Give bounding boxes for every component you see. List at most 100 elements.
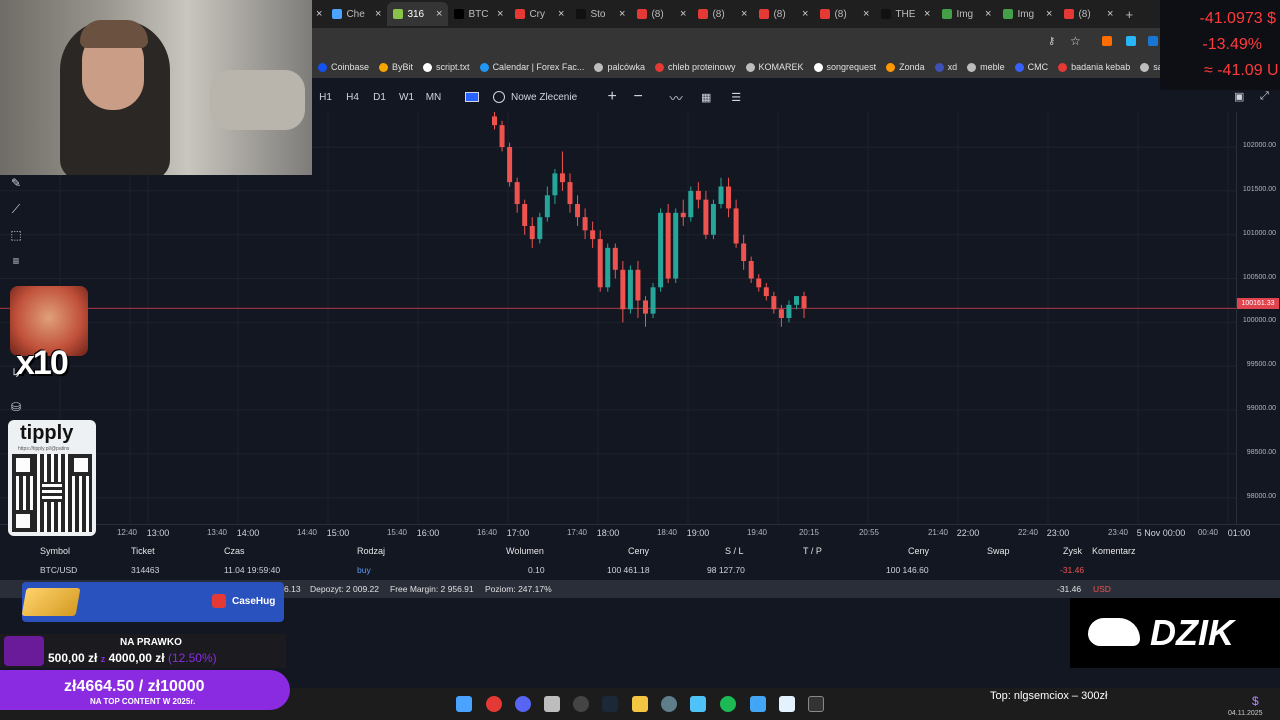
candle[interactable] — [552, 168, 558, 205]
col-type[interactable]: Rodzaj — [357, 546, 385, 556]
candle[interactable] — [703, 190, 709, 240]
close-icon[interactable]: × — [1046, 8, 1052, 20]
close-icon[interactable]: × — [375, 8, 381, 20]
folder-icon[interactable] — [632, 696, 648, 712]
fib-icon[interactable]: ≡ — [9, 254, 23, 268]
candle[interactable] — [544, 186, 550, 222]
zoom-in-button[interactable]: + — [599, 88, 625, 106]
close-icon[interactable]: × — [863, 8, 869, 20]
extension-icon[interactable] — [1102, 36, 1112, 46]
obs-icon[interactable] — [573, 696, 589, 712]
terminal-icon[interactable] — [808, 696, 824, 712]
candle[interactable] — [741, 234, 747, 270]
rectangle-icon[interactable]: ⬚ — [9, 228, 23, 242]
spotify-icon[interactable] — [720, 696, 736, 712]
candle[interactable] — [499, 120, 505, 152]
chart-type-icon[interactable] — [465, 92, 479, 102]
candle[interactable] — [726, 177, 732, 218]
bookmark-item[interactable]: xd — [934, 62, 957, 72]
indicators-icon[interactable]: 〰 — [661, 88, 691, 107]
candle[interactable] — [627, 265, 633, 314]
calendar-icon[interactable]: ▦ — [691, 91, 721, 104]
close-icon[interactable]: × — [680, 8, 686, 20]
browser-tab[interactable]: (8) × — [1058, 2, 1119, 26]
bookmark-item[interactable]: badania kebab — [1058, 62, 1130, 72]
col-open-price[interactable]: Ceny — [628, 546, 649, 556]
close-icon[interactable]: × — [436, 8, 442, 20]
candle[interactable] — [786, 300, 792, 323]
candle[interactable] — [710, 199, 716, 240]
ccleaner-icon[interactable] — [661, 696, 677, 712]
bookmark-item[interactable]: palcówka — [594, 62, 645, 72]
candle[interactable] — [537, 212, 543, 244]
col-profit[interactable]: Zysk — [1063, 546, 1082, 556]
pencil-icon[interactable]: ✎ — [9, 176, 23, 190]
tf-w1[interactable]: W1 — [393, 92, 420, 103]
candle[interactable] — [567, 173, 573, 213]
close-icon[interactable]: × — [802, 8, 808, 20]
chrome-icon[interactable] — [486, 696, 502, 712]
close-icon[interactable]: × — [619, 8, 625, 20]
candle[interactable] — [658, 208, 664, 292]
bookmark-item[interactable]: Calendar | Forex Fac... — [479, 62, 584, 72]
extension-icon-3[interactable] — [1148, 36, 1158, 46]
tf-h4[interactable]: H4 — [339, 92, 366, 103]
app-icon[interactable] — [544, 696, 560, 712]
candle[interactable] — [680, 199, 686, 226]
notes-icon[interactable] — [750, 696, 766, 712]
candle[interactable] — [665, 204, 671, 283]
close-icon[interactable]: × — [316, 8, 322, 20]
tf-d1[interactable]: D1 — [366, 92, 393, 103]
candle[interactable] — [590, 221, 596, 248]
close-icon[interactable]: × — [985, 8, 991, 20]
new-order-button[interactable]: Nowe Zlecenie — [493, 91, 577, 103]
candle[interactable] — [620, 261, 626, 323]
browser-tab[interactable]: Sto × — [570, 2, 631, 26]
new-tab-button[interactable]: + — [1119, 2, 1139, 26]
browser-tab[interactable]: (8) × — [753, 2, 814, 26]
col-sl[interactable]: S / L — [725, 546, 744, 556]
browser-tab[interactable]: (8) × — [692, 2, 753, 26]
candle[interactable] — [718, 177, 724, 209]
bookmark-item[interactable]: KOMAREK — [745, 62, 804, 72]
candle[interactable] — [605, 243, 611, 292]
star-icon[interactable]: ☆ — [1070, 34, 1081, 48]
col-swap[interactable]: Swap — [987, 546, 1010, 556]
price-axis[interactable]: 102000.00 101500.00 101000.00 100500.00 1000… — [1236, 112, 1280, 524]
candle[interactable] — [756, 274, 762, 292]
network-icon[interactable] — [690, 696, 706, 712]
bookmark-item[interactable]: Zonda — [886, 62, 925, 72]
tf-mn[interactable]: MN — [420, 92, 447, 103]
bookmark-item[interactable]: songrequest — [813, 62, 876, 72]
close-icon[interactable]: × — [1107, 8, 1113, 20]
close-icon[interactable]: × — [741, 8, 747, 20]
trendline-icon[interactable]: ⟋ — [9, 202, 23, 216]
address-bar[interactable]: ⚷ ☆ — [312, 28, 1160, 56]
candle[interactable] — [514, 177, 520, 213]
bookmark-item[interactable]: meble — [967, 62, 1005, 72]
col-price[interactable]: Ceny — [908, 546, 929, 556]
candle[interactable] — [529, 217, 535, 248]
browser-tab[interactable]: Cry × — [509, 2, 570, 26]
browser-tab[interactable]: Che × — [326, 2, 387, 26]
candle[interactable] — [635, 261, 641, 318]
list-icon[interactable]: ☰ — [721, 91, 751, 104]
browser-tab[interactable]: 316 × — [387, 2, 449, 26]
candle[interactable] — [597, 230, 603, 292]
candle[interactable] — [673, 208, 679, 283]
layers-icon[interactable]: ⛁ — [9, 400, 23, 414]
col-tp[interactable]: T / P — [803, 546, 822, 556]
candle[interactable] — [575, 195, 581, 226]
candle[interactable] — [763, 282, 769, 301]
windows-start-icon[interactable] — [456, 696, 472, 712]
bookmark-item[interactable]: script.txt — [423, 62, 470, 72]
camera-icon[interactable]: ▣ — [1234, 90, 1244, 103]
discord-icon[interactable] — [515, 696, 531, 712]
candle[interactable] — [794, 296, 799, 310]
time-axis[interactable]: 12:40 13:00 13:40 14:00 14:40 15:00 15:40 16:00… — [0, 524, 1280, 540]
col-time[interactable]: Czas — [224, 546, 245, 556]
candle[interactable] — [507, 142, 513, 187]
col-comment[interactable]: Komentarz — [1092, 546, 1136, 556]
extension-icon-2[interactable] — [1126, 36, 1136, 46]
col-symbol[interactable]: Symbol — [40, 546, 70, 556]
